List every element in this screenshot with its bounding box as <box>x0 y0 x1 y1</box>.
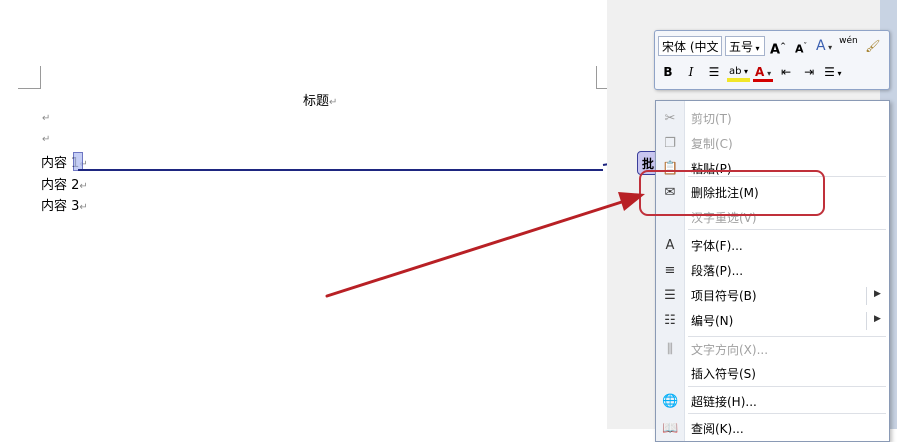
italic-button[interactable]: I <box>681 62 701 82</box>
highlighter-icon: ab <box>729 66 742 77</box>
bold-button[interactable]: B <box>658 62 678 82</box>
empty-paragraph-mark: ↵ <box>42 134 51 145</box>
styles-button[interactable]: A ▾ <box>814 36 834 56</box>
phonetic-guide-button[interactable]: wén <box>837 36 860 56</box>
paragraph-icon: ≡ <box>664 263 676 278</box>
menu-item[interactable]: ≡ 段落(P)... <box>656 259 889 284</box>
center-align-button[interactable]: ☰ <box>704 62 724 82</box>
menu-separator <box>688 386 886 387</box>
menu-item-label: 剪切(T) <box>691 112 732 126</box>
highlight-color-button[interactable]: ab ▾ <box>727 62 751 82</box>
menu-item[interactable]: ☷ 编号(N) ▶ <box>656 309 889 334</box>
grow-font-button[interactable]: A^ <box>768 36 788 58</box>
menu-item-label: 查阅(K)... <box>691 422 744 436</box>
submenu-arrow-icon[interactable]: ▶ <box>874 314 881 324</box>
increase-indent-icon: ⇥ <box>804 65 815 79</box>
bullets-icon: ☰ <box>824 65 835 79</box>
menu-separator <box>688 413 886 414</box>
scissors-icon: ✂ <box>664 111 676 126</box>
styles-icon: A <box>816 38 826 54</box>
shrink-font-icon: A <box>794 42 804 56</box>
document-page[interactable]: 标题↵ ↵ ↵ 内容 1↵ 内容 2↵ 内容 3↵ <box>0 0 619 429</box>
blank-icon <box>662 366 678 382</box>
copy-icon: ❐ <box>664 136 676 151</box>
menu-item[interactable]: ⫼ 文字方向(X)... <box>656 338 889 363</box>
menu-separator <box>688 336 886 337</box>
paragraph-mark: ↵ <box>79 181 88 192</box>
menu-item[interactable]: ☰ 项目符号(B) ▶ <box>656 284 889 309</box>
menu-item[interactable]: 插入符号(S) <box>656 362 889 387</box>
dropdown-arrow-icon[interactable]: ▾ <box>753 44 760 53</box>
menu-item[interactable]: A 字体(F)... <box>656 234 889 259</box>
brush-icon: 🖌 <box>865 39 881 53</box>
increase-indent-button[interactable]: ⇥ <box>799 62 819 82</box>
menu-item[interactable]: 🌐 超链接(H)... <box>656 390 889 415</box>
font-size-value: 五号 <box>729 40 754 54</box>
menu-item-label: 复制(C) <box>691 137 733 151</box>
format-painter-button[interactable]: 🖌 <box>863 36 883 56</box>
context-menu: ✂ 剪切(T) ❐ 复制(C) 📋 粘贴(P) ✉ 删除批注(M) 汉字重选(V) A 字体(F).… <box>655 100 890 442</box>
submenu-divider <box>866 312 867 330</box>
menu-item[interactable]: ✂ 剪切(T) <box>656 107 889 132</box>
submenu-arrow-icon[interactable]: ▶ <box>874 289 881 299</box>
center-align-icon: ☰ <box>708 65 720 79</box>
margin-corner-left <box>18 66 41 89</box>
font-icon: A <box>665 238 675 253</box>
hyperlink-icon: 🌐 <box>662 394 679 409</box>
menu-item[interactable]: 📖 查阅(K)... <box>656 417 889 442</box>
menu-item-label: 超链接(H)... <box>691 395 757 409</box>
menu-item-label: 段落(P)... <box>691 264 744 278</box>
bullets-button[interactable]: ☰ ▾ <box>822 62 843 82</box>
highlight-box <box>639 170 825 216</box>
document-title[interactable]: 标题↵ <box>303 90 337 109</box>
font-color-button[interactable]: A ▾ <box>753 62 774 82</box>
grow-font-icon: A <box>770 42 781 58</box>
decrease-indent-icon: ⇤ <box>781 65 792 79</box>
content-text: 内容 2 <box>41 178 80 193</box>
dropdown-arrow-icon[interactable]: ▾ <box>719 44 722 53</box>
menu-item-label: 文字方向(X)... <box>691 343 769 357</box>
font-size-combo[interactable]: 五号 ▾ <box>725 36 765 56</box>
font-color-icon: A <box>755 65 765 79</box>
mini-toolbar: 宋体 (中文 ▾ 五号 ▾ A^ Aˇ A ▾ wén 🖌 B I ☰ ab ▾… <box>654 30 890 90</box>
title-text: 标题 <box>303 94 330 109</box>
content-text: 内容 3 <box>41 199 80 214</box>
menu-item-label: 项目符号(B) <box>691 289 757 303</box>
menu-separator <box>688 229 886 230</box>
font-name-combo[interactable]: 宋体 (中文 ▾ <box>658 36 722 56</box>
comment-connector-line <box>78 169 603 171</box>
submenu-divider <box>866 287 867 305</box>
numbering-icon: ☷ <box>664 313 676 328</box>
menu-item-label: 字体(F)... <box>691 239 743 253</box>
content-line-3[interactable]: 内容 3↵ <box>41 195 88 214</box>
text-direction-icon: ⫼ <box>667 342 673 357</box>
decrease-indent-button[interactable]: ⇤ <box>776 62 796 82</box>
bullets-icon: ☰ <box>664 288 676 303</box>
font-name-value: 宋体 (中文 <box>662 40 719 54</box>
phonetic-guide-icon: wén <box>839 36 858 46</box>
shrink-font-button[interactable]: Aˇ <box>791 36 811 56</box>
paragraph-mark: ↵ <box>79 202 88 213</box>
content-line-2[interactable]: 内容 2↵ <box>41 174 88 193</box>
menu-item-label: 插入符号(S) <box>691 367 756 381</box>
menu-item[interactable]: ❐ 复制(C) <box>656 132 889 157</box>
menu-item-label: 编号(N) <box>691 314 734 328</box>
empty-paragraph-mark: ↵ <box>42 113 51 124</box>
lookup-icon: 📖 <box>662 421 679 436</box>
paragraph-mark: ↵ <box>329 97 338 108</box>
